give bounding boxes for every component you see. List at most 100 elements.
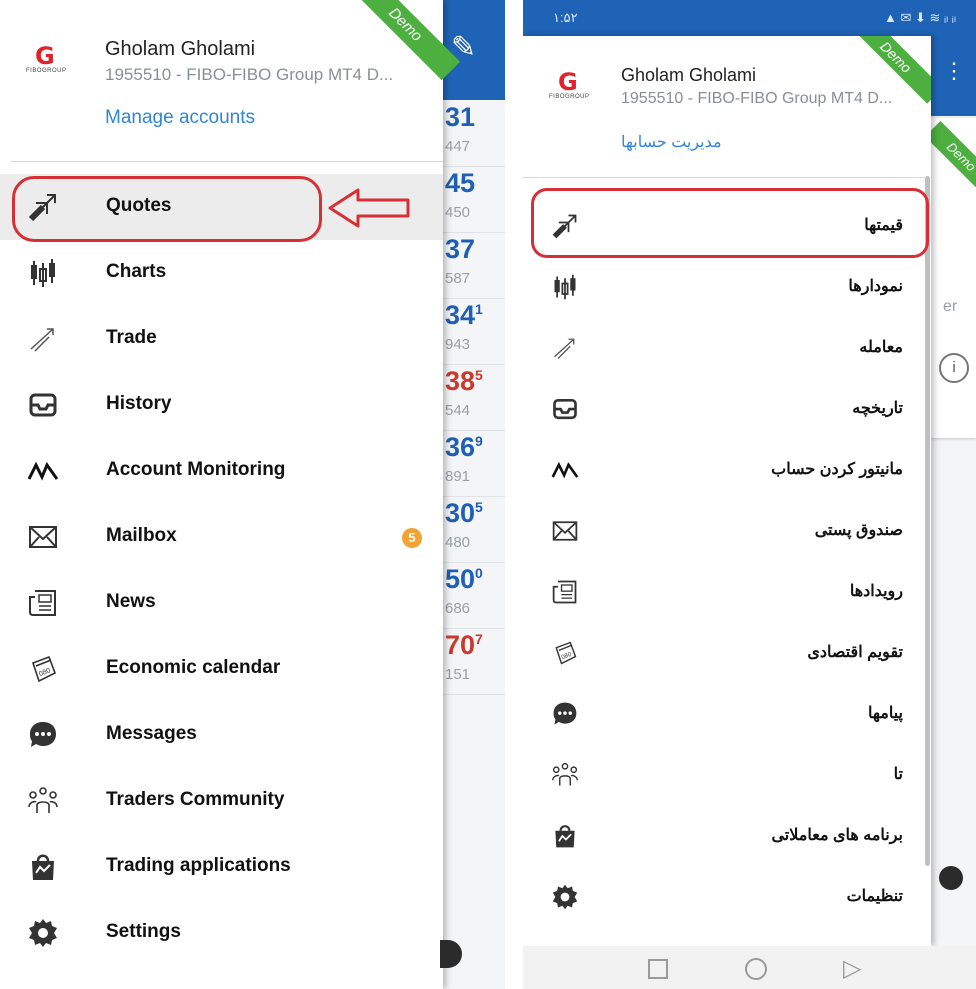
more-options-icon[interactable]: ⋮ [943,58,965,84]
menu-item-settings[interactable]: Settings [0,900,443,966]
menu-item-charts[interactable]: Charts [0,240,443,306]
menu-item-economic-calendar[interactable]: 080 تقویم اقتصادی [523,623,925,683]
background-quote-row: 341 943 [437,298,505,365]
account-name: Gholam Gholami [105,38,256,60]
menu-item-traders-community[interactable]: Traders Community [0,768,443,834]
info-icon[interactable]: i [939,353,969,383]
quote-subprice: 891 [445,468,471,485]
quote-price-superscript: 7 [475,631,483,647]
menu-item-charts[interactable]: نمودارها [523,257,925,317]
news-icon [26,586,60,620]
background-quote-row: 707 151 [437,628,505,695]
menu-item-trade[interactable]: Trade [0,306,443,372]
menu-item-label: Trade [106,327,157,348]
quote-price: 385 [445,366,483,396]
menu-item-news[interactable]: رویدادها [523,562,925,622]
menu-item-label: تنظیمات [846,888,903,905]
quote-subprice: 587 [445,270,471,287]
account-name: Gholam Gholami [621,65,757,85]
menu-item-messages[interactable]: Messages [0,702,443,768]
quote-subprice: 151 [445,666,471,683]
manage-accounts-link[interactable]: Manage accounts [105,107,255,129]
right-screen: ۱:۵۲ ▲ ✉ ⬇ ≋ ᵢₗ ᵢₗ ⋮ Demo er i Demo G FI… [523,0,976,989]
quote-subprice: 450 [445,204,471,221]
economic-calendar-icon: 080 [26,652,60,686]
menu-item-account-monitoring[interactable]: Account Monitoring [0,438,443,504]
quote-price: 341 [445,300,483,330]
recent-apps-icon[interactable] [648,959,668,979]
account-monitoring-icon [26,454,60,488]
menu-item-label: Trading applications [106,855,291,876]
fibo-logo: G FIBOGROUP [549,68,589,108]
menu-item-label: پیامها [868,705,903,722]
account-details[interactable]: 1955510 - FIBO-FIBO Group MT4 D... [621,90,892,108]
account-monitoring-icon [549,454,581,486]
menu-item-label: تاریخچه [852,400,903,417]
menu-item-label: News [106,591,156,612]
messages-icon [26,718,60,752]
quote-price-superscript: 5 [475,499,483,515]
quote-price-superscript: 0 [475,565,483,581]
menu-item-traders-community[interactable]: تا [523,745,925,805]
menu-item-label: Account Monitoring [106,459,286,480]
menu-item-label: تقویم اقتصادی [807,644,903,661]
mailbox-icon [26,520,60,554]
pointer-arrow-icon [328,188,410,228]
traders-community-icon [26,784,60,818]
svg-text:080: 080 [561,651,574,662]
background-quote-row: 385 544 [437,364,505,431]
background-quote-row: 31 447 [437,100,505,167]
account-details[interactable]: 1955510 - FIBO-FIBO Group MT4 D... [105,65,393,85]
menu-item-label: معامله [859,339,903,356]
trading-applications-icon [26,850,60,884]
menu-item-trading-applications[interactable]: برنامه های معاملاتی [523,806,925,866]
quote-price: 31 [445,102,476,132]
home-icon[interactable] [745,958,767,980]
menu-item-label: رویدادها [849,583,903,600]
background-quote-row: 45 450 [437,166,505,233]
fab-button[interactable] [939,866,963,890]
menu-item-account-monitoring[interactable]: مانیتور کردن حساب [523,440,925,500]
logo-text: FIBOGROUP [26,68,67,74]
menu-item-label: Messages [106,723,197,744]
quote-price: 500 [445,564,483,594]
status-icons: ▲ ✉ ⬇ ≋ ᵢₗ ᵢₗ [883,10,956,25]
quotes-highlight-box [531,188,929,258]
menu-item-news[interactable]: News [0,570,443,636]
back-icon[interactable]: ▷ [843,954,861,983]
menu-item-mailbox[interactable]: صندوق پستی [523,501,925,561]
menu-item-trading-applications[interactable]: Trading applications [0,834,443,900]
settings-icon [549,881,581,913]
screen-separator [505,0,523,989]
quote-price: 305 [445,498,483,528]
menu-item-label: Traders Community [106,789,285,810]
menu-item-history[interactable]: تاریخچه [523,379,925,439]
menu-item-label: مانیتور کردن حساب [771,461,903,478]
navigation-drawer: Demo G FIBOGROUP Gholam Gholami 1955510 … [523,36,931,946]
manage-accounts-link[interactable]: مدیریت حسابها [621,132,722,152]
menu-item-label: نمودارها [848,278,903,295]
status-time: ۱:۵۲ [553,10,578,25]
menu-item-history[interactable]: History [0,372,443,438]
menu-item-mailbox[interactable]: Mailbox 5 [0,504,443,570]
trading-applications-icon [549,820,581,852]
quote-subprice: 544 [445,402,471,419]
quote-price-superscript: 5 [475,367,483,383]
menu-item-settings[interactable]: تنظیمات [523,867,925,927]
navigation-drawer: Demo G FIBOGROUP Gholam Gholami 1955510 … [0,0,461,989]
history-icon [26,388,60,422]
background-app: ⋮ Demo er i [924,36,976,946]
menu-item-economic-calendar[interactable]: 080 Economic calendar [0,636,443,702]
quotes-highlight-box [12,176,322,242]
messages-icon [549,698,581,730]
drawer-scrollbar[interactable] [925,176,930,866]
quote-price-superscript: 1 [475,301,483,317]
background-quotes-list: ✎ 31 447 45 450 37 587 341 943 385 544 369 891 305 48… [436,0,505,989]
background-quote-row: 369 891 [437,430,505,497]
menu-item-label: History [106,393,172,414]
menu-item-trade[interactable]: معامله [523,318,925,378]
history-icon [549,393,581,425]
logo-text: FIBOGROUP [549,94,590,100]
settings-icon [26,916,60,950]
menu-item-messages[interactable]: پیامها [523,684,925,744]
